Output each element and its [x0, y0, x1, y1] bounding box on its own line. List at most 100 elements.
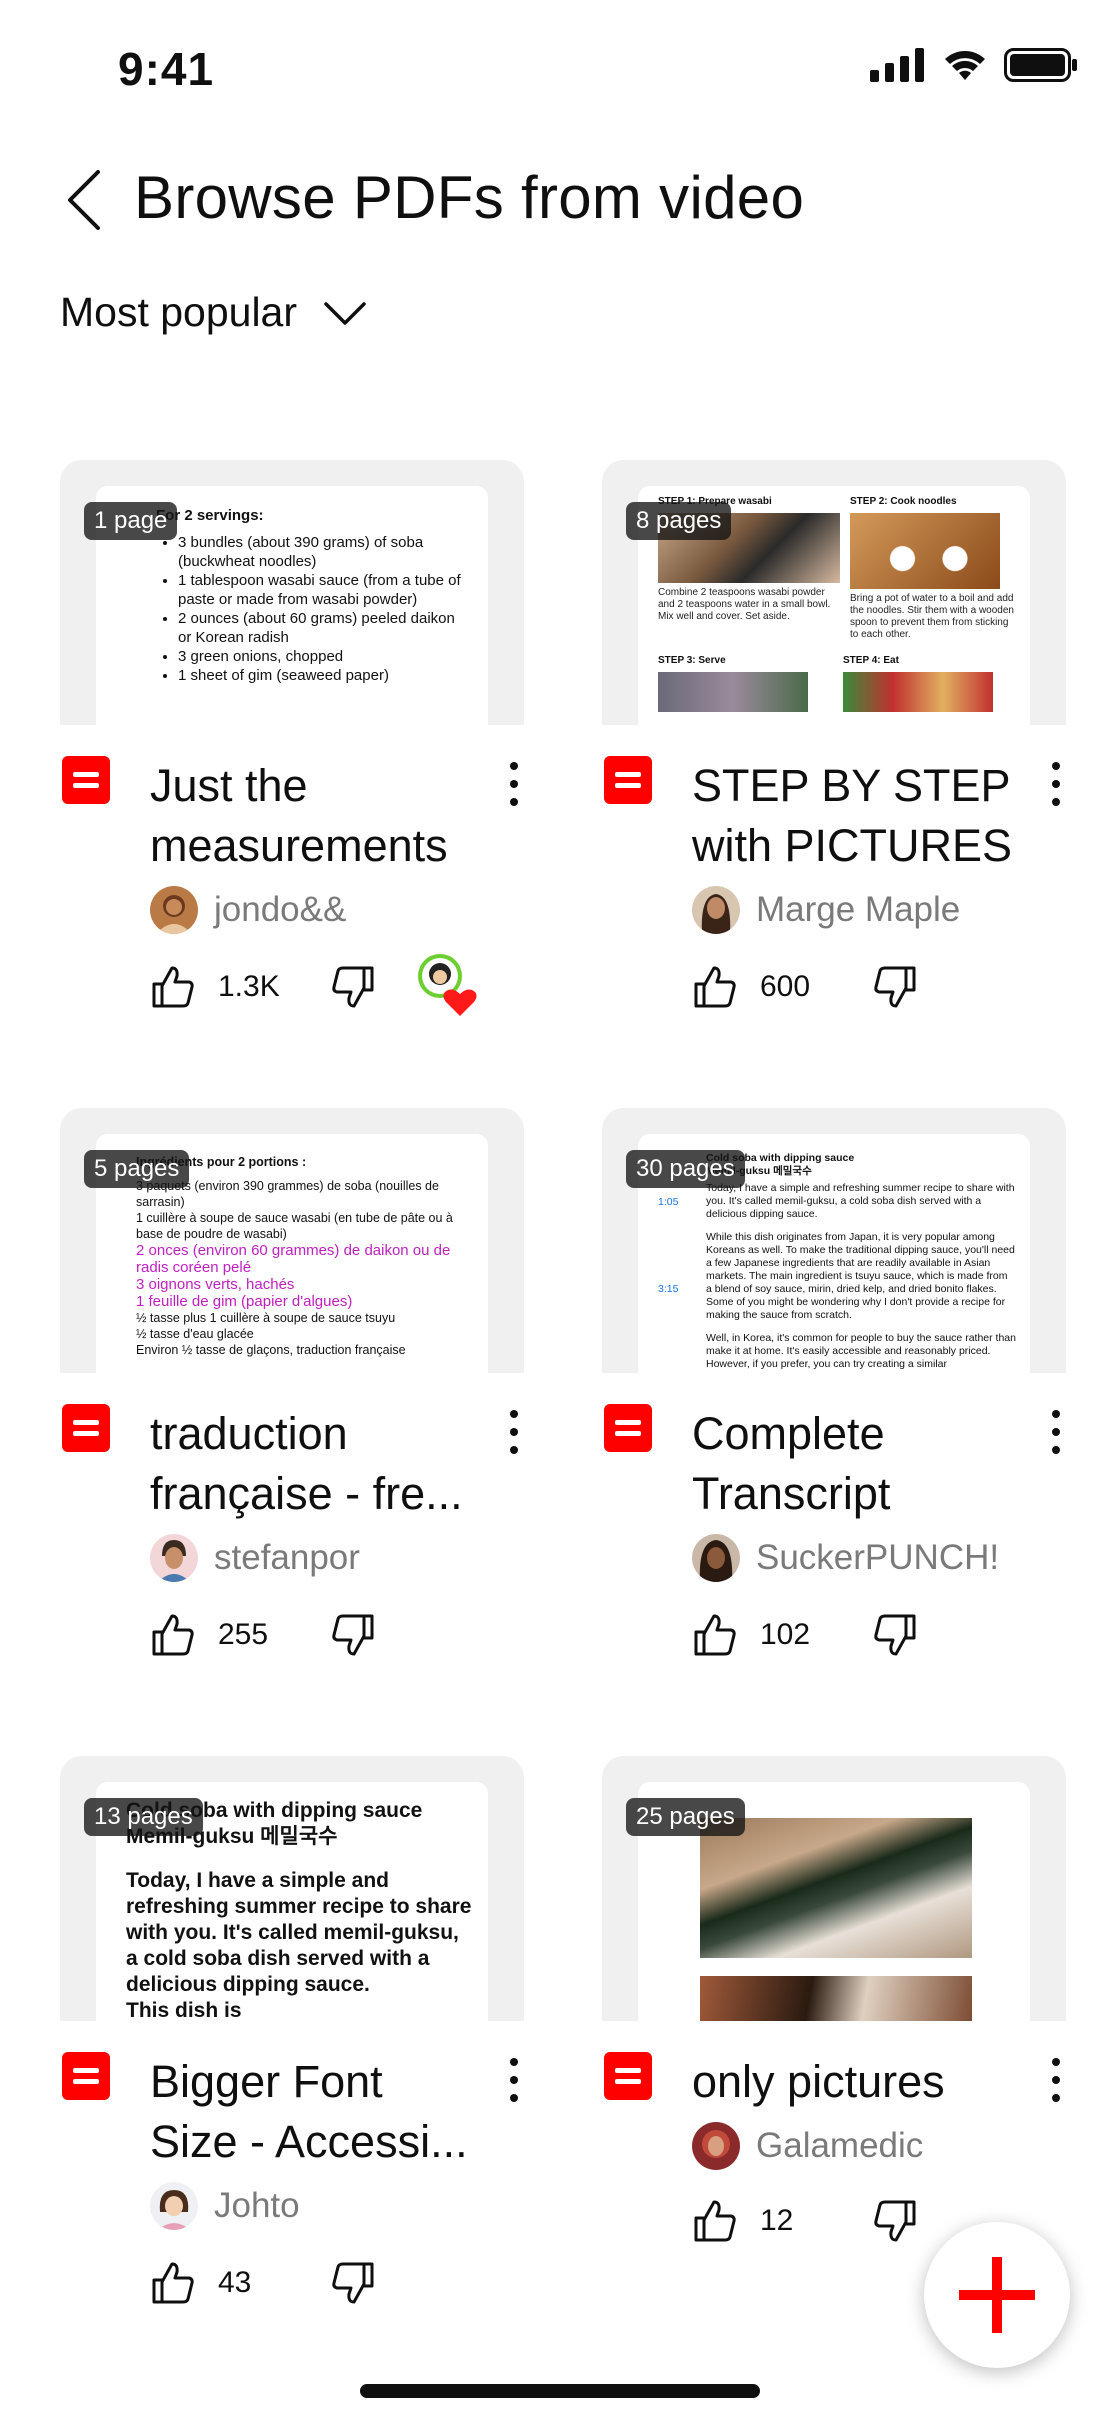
thumbs-down-icon[interactable]: [872, 964, 918, 1010]
cellular-signal-icon: [870, 48, 924, 82]
preview-item: 1 tablespoon wasabi sauce (from a tube o…: [178, 571, 468, 609]
timestamp-link[interactable]: 1:05: [658, 1196, 692, 1209]
pdf-card[interactable]: 1 page For 2 servings: 3 bundles (about …: [60, 460, 524, 1108]
page-count-badge: 30 pages: [626, 1150, 745, 1188]
back-button[interactable]: [56, 164, 112, 236]
reactions: 12: [692, 2198, 918, 2244]
thumbs-down-icon[interactable]: [330, 1612, 376, 1658]
like-count: 102: [760, 1618, 811, 1651]
author[interactable]: Marge Maple: [692, 886, 960, 934]
like-button[interactable]: 600: [692, 964, 872, 1010]
avatar: [692, 886, 740, 934]
thumbs-down-icon[interactable]: [330, 2260, 376, 2306]
like-button[interactable]: 102: [692, 1612, 872, 1658]
timestamp-link[interactable]: 3:15: [658, 1283, 692, 1296]
more-options-button[interactable]: [504, 762, 524, 806]
pdf-document-icon: [62, 2052, 110, 2100]
preview-line: Environ ½ tasse de glaçons, traduction f…: [136, 1343, 406, 1357]
page-count-badge: 5 pages: [84, 1150, 190, 1188]
create-pdf-button[interactable]: [924, 2222, 1070, 2368]
sort-dropdown[interactable]: Most popular: [60, 282, 367, 342]
author-name: jondo&&: [214, 890, 347, 929]
like-button[interactable]: 43: [150, 2260, 330, 2306]
reactions: 600: [692, 964, 918, 1010]
preview-paragraph: This dish is: [126, 1999, 242, 2021]
like-button[interactable]: 1.3K: [150, 964, 330, 1010]
preview-photo: [700, 1976, 972, 2021]
home-indicator[interactable]: [360, 2384, 760, 2398]
avatar: [692, 1534, 740, 1582]
pdf-card[interactable]: 30 pages Cold soba with dipping sauce Me…: [602, 1108, 1066, 1756]
card-title[interactable]: Complete Transcript: [692, 1404, 1022, 1524]
card-title[interactable]: only pictures: [692, 2052, 1022, 2112]
thumbs-up-icon: [152, 1614, 194, 1656]
reactions: 102: [692, 1612, 918, 1658]
status-bar: 9:41: [0, 0, 1120, 140]
author-name: Johto: [214, 2186, 300, 2225]
status-icons: [870, 48, 1078, 82]
pdf-thumbnail[interactable]: 30 pages Cold soba with dipping sauce Me…: [602, 1108, 1066, 1373]
author[interactable]: Johto: [150, 2182, 300, 2230]
pdf-document-icon: [62, 756, 110, 804]
header: Browse PDFs from video: [0, 150, 1120, 250]
author-name: stefanpor: [214, 1538, 360, 1577]
pdf-thumbnail[interactable]: 13 pages Cold soba with dipping sauce Me…: [60, 1756, 524, 2021]
preview-item: 3 bundles (about 390 grams) of soba (buc…: [178, 533, 468, 571]
more-options-button[interactable]: [504, 1410, 524, 1454]
author[interactable]: Galamedic: [692, 2122, 923, 2170]
more-options-button[interactable]: [1046, 1410, 1066, 1454]
card-meta: Just the measurements jondo&& 1.3K: [60, 756, 524, 1096]
step-photo: [843, 672, 993, 712]
preview-line: 1 feuille de gim (papier d'algues): [136, 1293, 353, 1310]
author[interactable]: stefanpor: [150, 1534, 360, 1582]
thumbs-down-icon[interactable]: [872, 2198, 918, 2244]
pdf-card[interactable]: 5 pages Ingrédients pour 2 portions : 3 …: [60, 1108, 524, 1756]
back-arrow-icon: [68, 170, 100, 230]
preview-item: 2 ounces (about 60 grams) peeled daikon …: [178, 609, 468, 647]
chevron-down-icon: [323, 292, 367, 336]
like-button[interactable]: 255: [150, 1612, 330, 1658]
pdf-card[interactable]: 8 pages STEP 1: Prepare wasabi Combine 2…: [602, 460, 1066, 1108]
like-count: 600: [760, 970, 811, 1003]
card-title[interactable]: STEP BY STEP with PICTURES: [692, 756, 1022, 876]
like-count: 255: [218, 1618, 269, 1651]
like-button[interactable]: 12: [692, 2198, 872, 2244]
like-count: 1.3K: [218, 970, 280, 1003]
card-title[interactable]: Just the measurements: [150, 756, 480, 876]
preview-line: 1 cuillère à soupe de sauce wasabi (en t…: [136, 1211, 453, 1241]
avatar: [150, 886, 198, 934]
author-name: Galamedic: [756, 2126, 924, 2165]
reactions: 43: [150, 2260, 376, 2306]
preview-heading: For 2 servings:: [156, 507, 264, 524]
more-options-button[interactable]: [1046, 762, 1066, 806]
step-text: Combine 2 teaspoons wasabi powder and 2 …: [658, 587, 831, 622]
pdf-thumbnail[interactable]: 8 pages STEP 1: Prepare wasabi Combine 2…: [602, 460, 1066, 725]
like-count: 43: [218, 2266, 252, 2299]
thumbs-down-icon[interactable]: [872, 1612, 918, 1658]
preview-paragraph: Today, I have a simple and refreshing su…: [126, 1869, 472, 1996]
preview-paragraph: Well, in Korea, it's common for people t…: [706, 1332, 1016, 1370]
page-count-badge: 8 pages: [626, 502, 732, 540]
pdf-thumbnail[interactable]: 25 pages: [602, 1756, 1066, 2021]
pdf-document-icon: [604, 756, 652, 804]
card-title[interactable]: traduction française - fre...: [150, 1404, 480, 1524]
author[interactable]: jondo&&: [150, 886, 346, 934]
pdf-thumbnail[interactable]: 1 page For 2 servings: 3 bundles (about …: [60, 460, 524, 725]
pdf-card[interactable]: 13 pages Cold soba with dipping sauce Me…: [60, 1756, 524, 2404]
more-options-button[interactable]: [504, 2058, 524, 2102]
pdf-thumbnail[interactable]: 5 pages Ingrédients pour 2 portions : 3 …: [60, 1108, 524, 1373]
preview-photo: [700, 1818, 972, 1958]
preview-item: 1 sheet of gim (seaweed paper): [178, 666, 468, 685]
plus-icon: [959, 2257, 1035, 2333]
card-title[interactable]: Bigger Font Size - Accessi...: [150, 2052, 480, 2172]
more-options-button[interactable]: [1046, 2058, 1066, 2102]
page-count-badge: 13 pages: [84, 1798, 203, 1836]
thumbs-up-icon: [152, 966, 194, 1008]
thumbs-up-icon: [694, 1614, 736, 1656]
thumbs-down-icon[interactable]: [330, 964, 376, 1010]
author[interactable]: SuckerPUNCH!: [692, 1534, 999, 1582]
card-meta: traduction française - fre... stefanpor …: [60, 1404, 524, 1744]
pdf-grid: 1 page For 2 servings: 3 bundles (about …: [60, 460, 1068, 2404]
reactions: 255: [150, 1612, 376, 1658]
pdf-document-icon: [604, 2052, 652, 2100]
